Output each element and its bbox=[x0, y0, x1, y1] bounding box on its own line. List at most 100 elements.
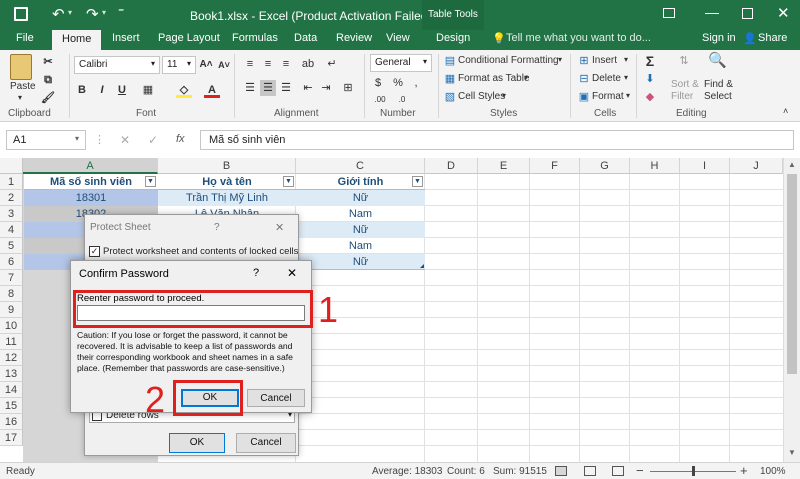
row-header-8[interactable]: 8 bbox=[0, 286, 23, 302]
undo-icon[interactable]: ↶ bbox=[52, 5, 65, 23]
wrap-text-icon[interactable]: ↵ bbox=[324, 56, 340, 72]
table-header-a[interactable]: Mã số sinh viên ▼ bbox=[24, 174, 158, 190]
align-middle-icon[interactable]: ≡ bbox=[260, 56, 276, 72]
insert-cells-icon[interactable]: ⊞ bbox=[576, 53, 592, 69]
tab-page-layout[interactable]: Page Layout bbox=[158, 32, 220, 44]
insert-function-icon[interactable]: fx bbox=[176, 133, 185, 145]
row-header-11[interactable]: 11 bbox=[0, 334, 23, 350]
tab-insert[interactable]: Insert bbox=[112, 32, 140, 44]
fill-icon[interactable]: ⬇ bbox=[642, 71, 658, 87]
row-header-10[interactable]: 10 bbox=[0, 318, 23, 334]
format-as-table-dropdown-icon[interactable]: ▾ bbox=[524, 73, 528, 82]
cancel-edit-icon[interactable]: ✕ bbox=[120, 133, 130, 147]
column-header-j[interactable]: J bbox=[730, 158, 783, 174]
cell-styles-dropdown-icon[interactable]: ▾ bbox=[502, 91, 506, 100]
tab-file[interactable]: File bbox=[16, 32, 34, 44]
cell-c5[interactable]: Nam bbox=[296, 238, 425, 254]
confirm-password-cancel-button[interactable]: Cancel bbox=[247, 389, 305, 407]
align-bottom-icon[interactable]: ≡ bbox=[278, 56, 294, 72]
row-header-7[interactable]: 7 bbox=[0, 270, 23, 286]
row-header-3[interactable]: 3 bbox=[0, 206, 23, 222]
paste-button-label[interactable]: Paste bbox=[10, 81, 36, 92]
share-icon[interactable]: 👤 bbox=[743, 32, 757, 45]
filter-label[interactable]: Filter bbox=[671, 91, 693, 102]
protect-sheet-cancel-button[interactable]: Cancel bbox=[236, 433, 296, 453]
orientation-icon[interactable]: ab bbox=[300, 56, 316, 72]
tab-data[interactable]: Data bbox=[294, 32, 317, 44]
zoom-slider-thumb[interactable] bbox=[692, 466, 695, 476]
fill-color-icon[interactable]: ◇ bbox=[176, 82, 192, 98]
conditional-formatting-dropdown-icon[interactable]: ▾ bbox=[558, 55, 562, 64]
row-header-5[interactable]: 5 bbox=[0, 238, 23, 254]
font-size-combo[interactable]: 11 ▾ bbox=[162, 56, 196, 74]
name-box[interactable]: A1 ▾ bbox=[6, 130, 86, 150]
copy-icon[interactable]: ⧉ bbox=[40, 72, 56, 88]
protect-sheet-ok-button[interactable]: OK bbox=[169, 433, 225, 453]
vertical-scrollbar[interactable]: ▲ ▼ bbox=[783, 158, 800, 462]
format-painter-icon[interactable]: 🖌 bbox=[40, 90, 56, 106]
undo-dropdown-icon[interactable]: ▾ bbox=[68, 8, 72, 17]
close-window-icon[interactable]: ✕ bbox=[777, 4, 790, 22]
sign-in-link[interactable]: Sign in bbox=[702, 32, 736, 44]
find-select-icon[interactable]: 🔍 bbox=[708, 53, 727, 69]
protect-contents-checkbox[interactable]: ✓ bbox=[89, 246, 100, 257]
select-all-corner[interactable] bbox=[0, 158, 23, 174]
zoom-level[interactable]: 100% bbox=[760, 466, 786, 477]
tab-home[interactable]: Home bbox=[52, 30, 102, 50]
row-header-16[interactable]: 16 bbox=[0, 414, 23, 430]
column-header-e[interactable]: E bbox=[478, 158, 530, 174]
filter-dropdown-icon[interactable]: ▼ bbox=[145, 176, 156, 187]
column-header-a[interactable]: A bbox=[23, 158, 158, 174]
insert-cells-dropdown-icon[interactable]: ▾ bbox=[624, 55, 628, 64]
scroll-down-icon[interactable]: ▼ bbox=[788, 448, 796, 457]
confirm-edit-icon[interactable]: ✓ bbox=[148, 133, 158, 147]
table-header-b[interactable]: Họ và tên ▼ bbox=[158, 174, 296, 190]
customize-qat-icon[interactable]: ⁼ bbox=[118, 5, 124, 19]
zoom-out-icon[interactable]: − bbox=[636, 463, 644, 478]
cell-c2[interactable]: Nữ bbox=[296, 190, 425, 206]
row-header-2[interactable]: 2 bbox=[0, 190, 23, 206]
formula-input[interactable]: Mã số sinh viên bbox=[200, 130, 794, 150]
delete-cells-dropdown-icon[interactable]: ▾ bbox=[624, 73, 628, 82]
align-left-icon[interactable]: ☰ bbox=[242, 80, 258, 96]
cell-c3[interactable]: Nam bbox=[296, 206, 425, 222]
redo-icon[interactable]: ↷ bbox=[86, 5, 99, 23]
collapse-ribbon-icon[interactable]: ˄ bbox=[783, 106, 788, 116]
row-header-6[interactable]: 6 bbox=[0, 254, 23, 270]
format-as-table-button[interactable]: Format as Table bbox=[458, 73, 530, 84]
align-top-icon[interactable]: ≡ bbox=[242, 56, 258, 72]
italic-icon[interactable]: I bbox=[94, 82, 110, 98]
scroll-thumb[interactable] bbox=[787, 174, 797, 374]
delete-cells-button[interactable]: Delete bbox=[592, 73, 621, 84]
protect-sheet-help-icon[interactable]: ? bbox=[214, 222, 220, 233]
save-icon[interactable] bbox=[14, 7, 28, 21]
clear-icon[interactable]: ◆ bbox=[642, 89, 658, 105]
paste-dropdown-icon[interactable]: ▾ bbox=[18, 93, 22, 102]
tab-review[interactable]: Review bbox=[336, 32, 372, 44]
table-header-c[interactable]: Giới tính ▼ bbox=[296, 174, 425, 190]
paste-icon[interactable] bbox=[10, 54, 32, 80]
scroll-up-icon[interactable]: ▲ bbox=[788, 160, 796, 169]
decrease-decimal-icon[interactable]: .0 bbox=[394, 92, 410, 108]
row-header-15[interactable]: 15 bbox=[0, 398, 23, 414]
confirm-password-close-icon[interactable]: ✕ bbox=[287, 266, 297, 280]
find-select-button[interactable]: Find & bbox=[704, 79, 733, 90]
page-break-view-icon[interactable] bbox=[612, 466, 624, 476]
tell-me-input[interactable]: Tell me what you want to do... bbox=[506, 32, 651, 44]
format-cells-icon[interactable]: ▣ bbox=[576, 89, 592, 105]
row-header-12[interactable]: 12 bbox=[0, 350, 23, 366]
cell-styles-icon[interactable]: ▧ bbox=[442, 89, 458, 105]
protect-sheet-close-icon[interactable]: ✕ bbox=[275, 221, 284, 234]
format-cells-button[interactable]: Format bbox=[592, 91, 624, 102]
align-center-icon[interactable]: ☰ bbox=[260, 80, 276, 96]
decrease-font-icon[interactable]: A˅ bbox=[216, 57, 232, 73]
number-format-combo[interactable]: General ▾ bbox=[370, 54, 432, 72]
column-header-h[interactable]: H bbox=[630, 158, 680, 174]
column-header-c[interactable]: C bbox=[296, 158, 425, 174]
increase-decimal-icon[interactable]: .00 bbox=[372, 92, 388, 108]
column-header-f[interactable]: F bbox=[530, 158, 580, 174]
cut-icon[interactable]: ✂ bbox=[40, 54, 56, 70]
filter-dropdown-icon[interactable]: ▼ bbox=[412, 176, 423, 187]
normal-view-icon[interactable] bbox=[555, 466, 567, 476]
percent-icon[interactable]: % bbox=[390, 75, 406, 91]
